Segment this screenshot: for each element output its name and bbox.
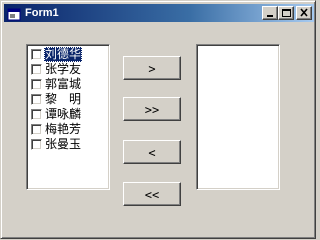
list-item[interactable]: 张曼玉 — [29, 137, 107, 152]
title-bar[interactable]: Form1 — [4, 4, 314, 22]
list-item-label: 刘德华 — [44, 47, 83, 62]
list-item-label: 郭富城 — [45, 77, 82, 91]
maximize-button[interactable] — [278, 6, 294, 20]
move-left-button[interactable]: < — [123, 140, 181, 164]
close-button[interactable] — [296, 6, 312, 20]
list-item[interactable]: 郭富城 — [29, 77, 107, 92]
move-all-left-button[interactable]: << — [123, 182, 181, 206]
target-listbox[interactable] — [196, 44, 280, 190]
list-item-label: 张曼玉 — [45, 137, 82, 151]
list-item-label: 谭咏麟 — [45, 107, 82, 121]
maximize-icon — [282, 9, 291, 17]
form-app-icon[interactable] — [7, 6, 21, 21]
checkbox[interactable] — [31, 49, 42, 60]
checkbox[interactable] — [31, 79, 42, 90]
list-item-label: 张学友 — [45, 62, 82, 76]
close-icon — [300, 8, 308, 17]
list-item[interactable]: 张学友 — [29, 62, 107, 77]
checkbox[interactable] — [31, 94, 42, 105]
minimize-button[interactable] — [262, 6, 278, 20]
list-item[interactable]: 刘德华 — [29, 47, 107, 62]
minimize-icon — [267, 15, 273, 17]
form1-window: Form1 刘德华 张学友 郭富城黎 明谭咏麟 梅艳芳 张曼玉 > >> < << — [0, 0, 316, 239]
source-checklist[interactable]: 刘德华 张学友 郭富城黎 明谭咏麟 梅艳芳 张曼玉 — [26, 44, 110, 190]
checkbox[interactable] — [31, 64, 42, 75]
checkbox[interactable] — [31, 139, 42, 150]
move-right-button[interactable]: > — [123, 56, 181, 80]
move-all-right-button[interactable]: >> — [123, 97, 181, 121]
list-item[interactable]: 梅艳芳 — [29, 122, 107, 137]
source-checklist-items: 刘德华 张学友 郭富城黎 明谭咏麟 梅艳芳 张曼玉 — [29, 47, 107, 152]
list-item[interactable]: 谭咏麟 — [29, 107, 107, 122]
list-item-label: 黎 明 — [45, 92, 82, 106]
list-item-label: 梅艳芳 — [45, 122, 82, 136]
checkbox[interactable] — [31, 124, 42, 135]
list-item[interactable]: 黎 明 — [29, 92, 107, 107]
checkbox[interactable] — [31, 109, 42, 120]
window-title: Form1 — [25, 7, 59, 19]
